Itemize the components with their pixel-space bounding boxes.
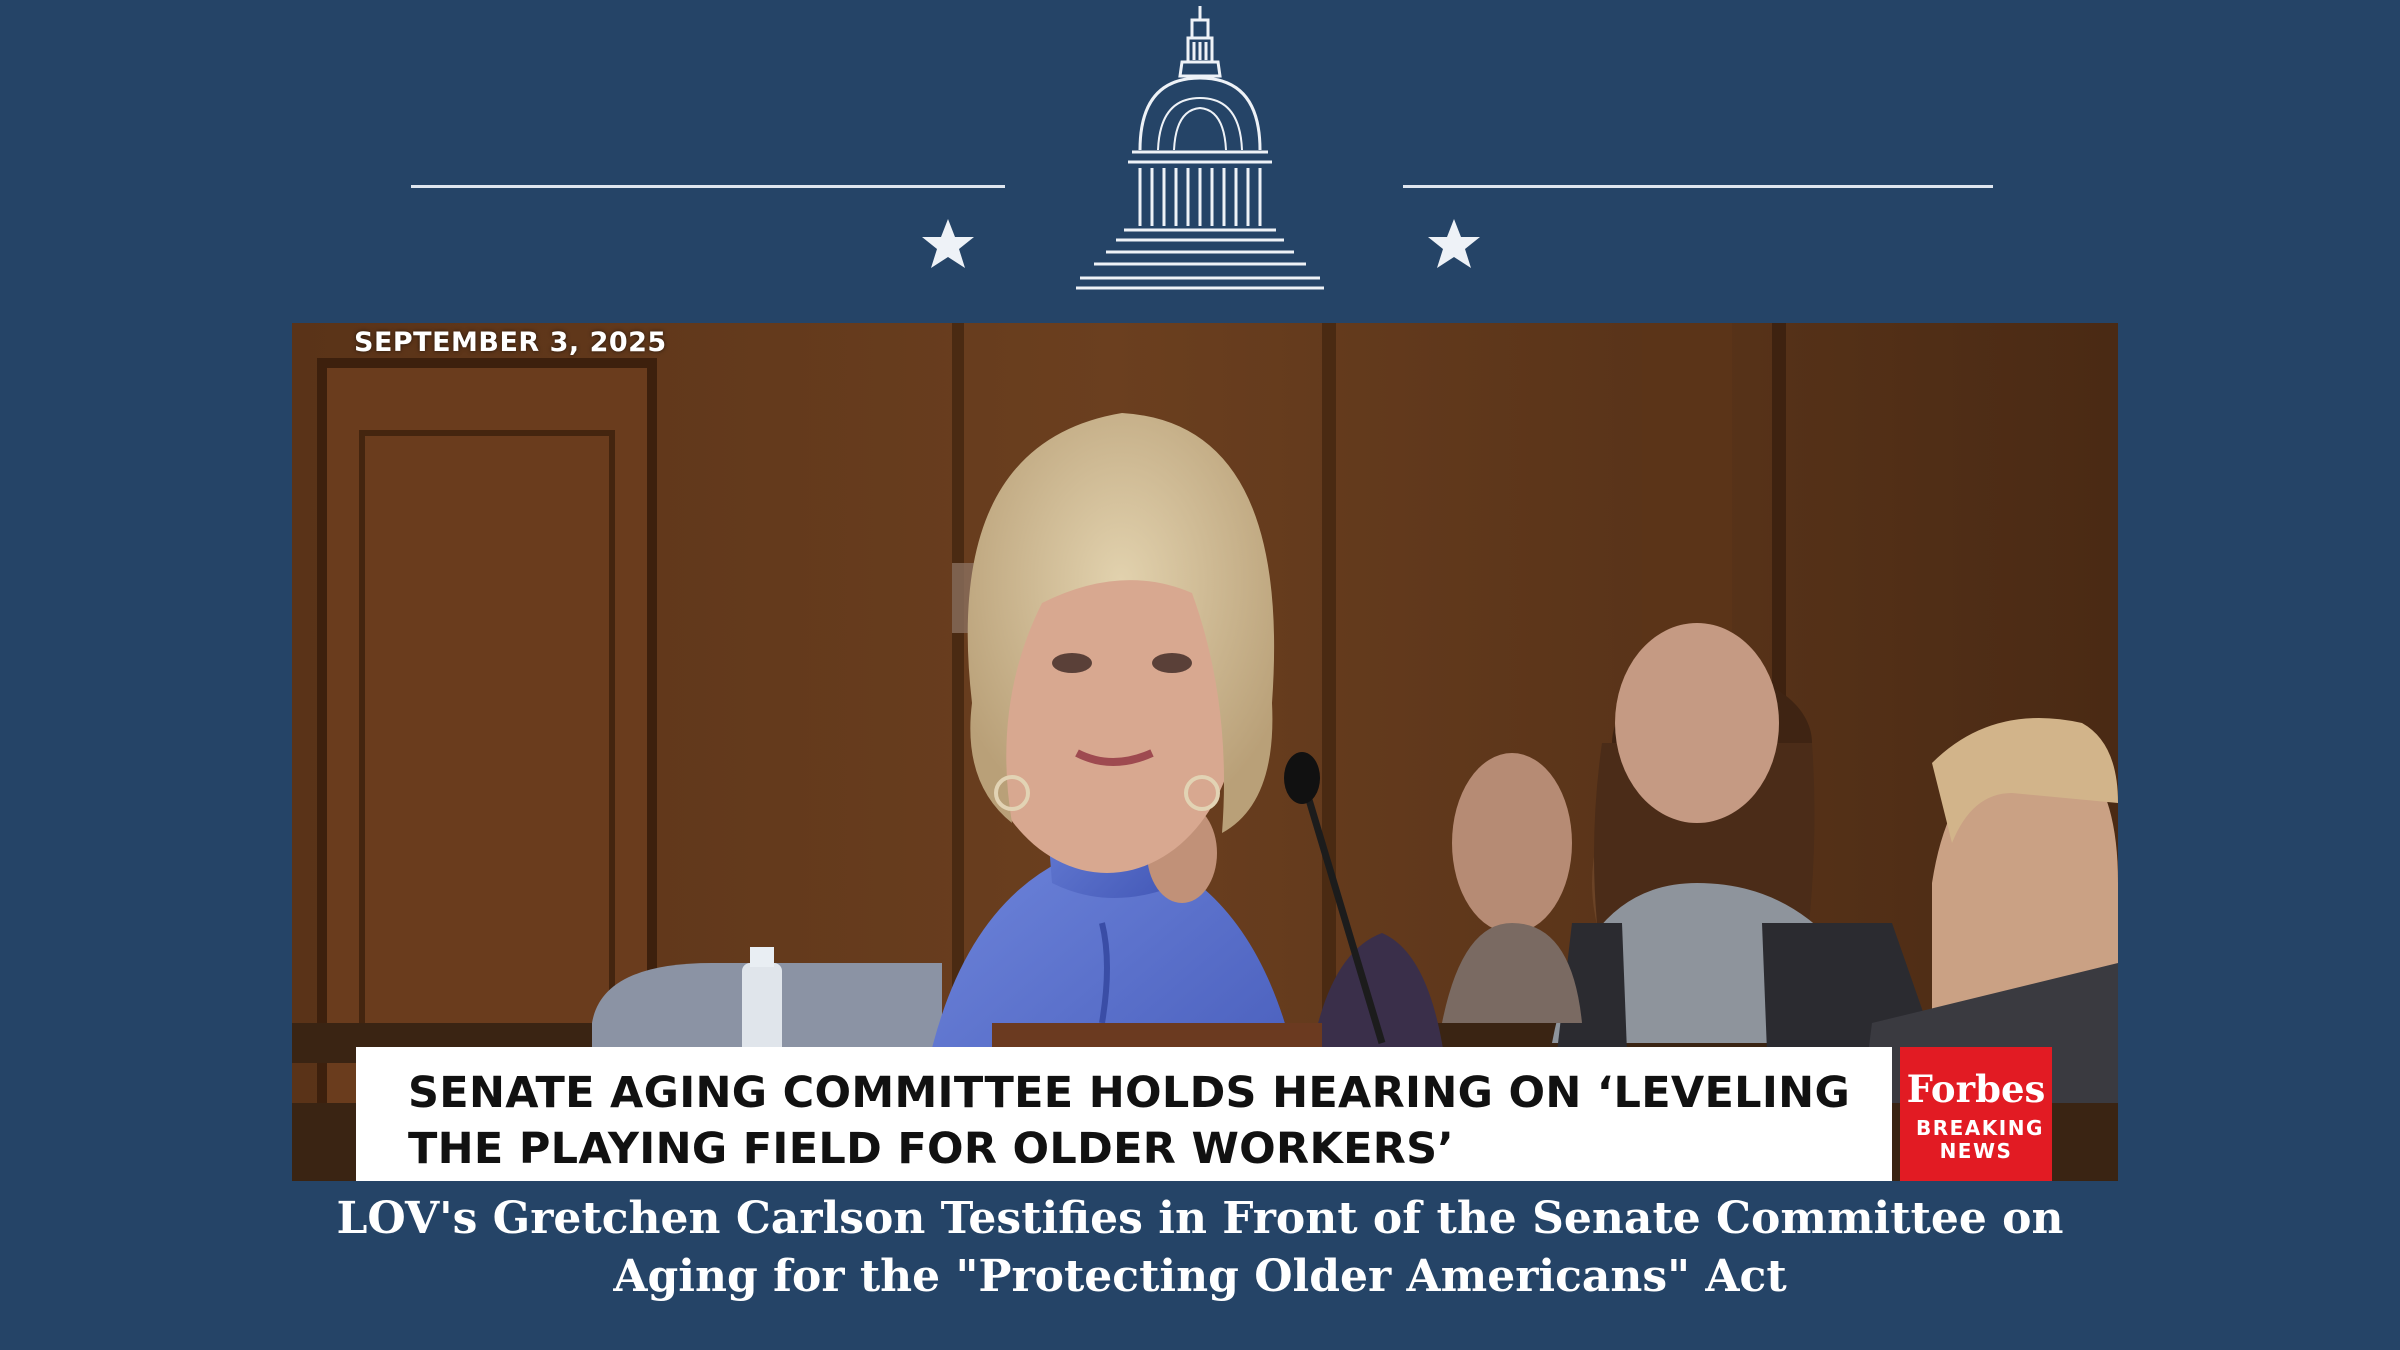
forbes-logo: Forbes [1906, 1067, 2046, 1111]
lower-third-banner: SENATE AGING COMMITTEE HOLDS HEARING ON … [356, 1047, 1892, 1181]
star-icon [922, 219, 974, 268]
lower-third-headline: SENATE AGING COMMITTEE HOLDS HEARING ON … [408, 1068, 1851, 1174]
forbes-breaking-news-badge: Forbes BREAKING NEWS [1900, 1047, 2052, 1181]
video-caption: LOV's Gretchen Carlson Testifies in Fron… [336, 1193, 2064, 1302]
star-icon [1428, 219, 1480, 268]
video-date-stamp: SEPTEMBER 3, 2025 [354, 327, 667, 358]
header-divider-right [1403, 185, 1993, 188]
video-frame: SEPTEMBER 3, 2025 SENATE AGING COMMITTEE… [292, 323, 2118, 1181]
capitol-dome-icon [1076, 6, 1324, 290]
header-divider-left [411, 185, 1005, 188]
breaking-news-label: BREAKING NEWS [1916, 1116, 2044, 1163]
